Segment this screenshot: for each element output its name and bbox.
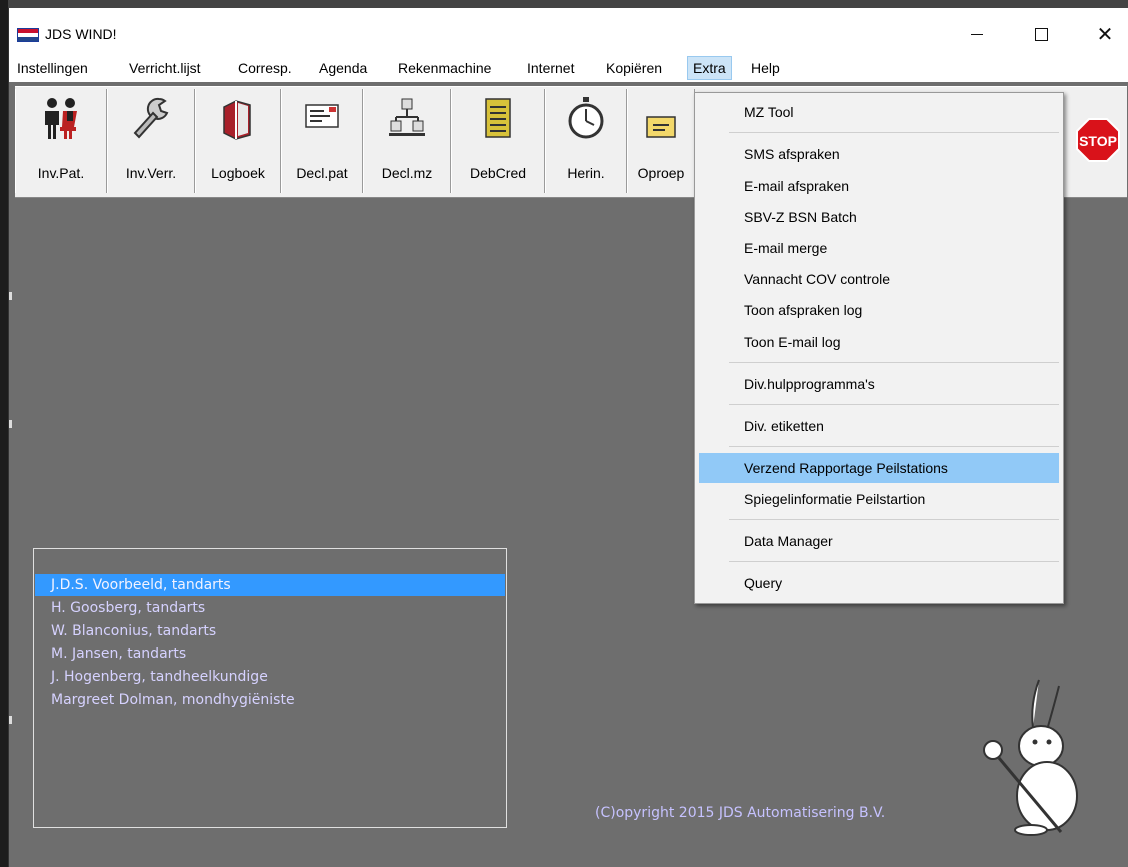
menu-instellingen[interactable]: Instellingen xyxy=(17,60,88,76)
menu-kopieren[interactable]: Kopiëren xyxy=(606,60,662,76)
book-icon xyxy=(223,100,251,140)
menu-separator xyxy=(729,362,1059,363)
menu-item-email-afspraken[interactable]: E-mail afspraken xyxy=(699,171,1059,201)
title-bar[interactable]: JDS WIND! ✕ xyxy=(9,8,1128,54)
menu-separator xyxy=(729,561,1059,562)
menu-item-email-log[interactable]: Toon E-mail log xyxy=(699,327,1059,357)
inv-verr-label: Inv.Verr. xyxy=(125,165,177,181)
ledger-icon xyxy=(485,98,511,138)
copyright-text: (C)opyright 2015 JDS Automatisering B.V. xyxy=(595,805,886,821)
logboek-label: Logboek xyxy=(211,165,265,181)
app-window: JDS WIND! ✕ Instellingen Verricht.lijst … xyxy=(8,8,1128,867)
menu-agenda[interactable]: Agenda xyxy=(319,60,367,76)
stop-label: STOP xyxy=(1079,133,1117,149)
extra-menu-dropdown: MZ Tool SMS afspraken E-mail afspraken S… xyxy=(694,92,1064,604)
menu-rekenmachine[interactable]: Rekenmachine xyxy=(398,60,491,76)
logboek-button[interactable]: Logboek xyxy=(195,89,281,193)
maximize-button[interactable] xyxy=(1019,16,1063,54)
inv-pat-button[interactable]: Inv.Pat. xyxy=(15,89,107,193)
menu-item-verzend-rapportage[interactable]: Verzend Rapportage Peilstations xyxy=(699,453,1059,483)
edge-mark xyxy=(9,716,12,724)
practitioner-item-dolman[interactable]: Margreet Dolman, mondhygiëniste xyxy=(35,689,505,711)
minimize-button[interactable] xyxy=(955,16,999,54)
close-button[interactable]: ✕ xyxy=(1083,16,1127,54)
inv-verr-button[interactable]: Inv.Verr. xyxy=(107,89,195,193)
practitioner-item-blanconius[interactable]: W. Blanconius, tandarts xyxy=(35,620,505,642)
menu-item-sms-afspraken[interactable]: SMS afspraken xyxy=(699,139,1059,169)
envelope-icon xyxy=(646,116,676,138)
close-icon: ✕ xyxy=(1096,24,1114,46)
debcred-label: DebCred xyxy=(469,165,527,181)
maximize-icon xyxy=(1034,28,1048,42)
menu-bar: Instellingen Verricht.lijst Corresp. Age… xyxy=(9,54,1128,82)
menu-item-hulpprogrammas[interactable]: Div.hulpprogramma's xyxy=(699,369,1059,399)
wrench-icon xyxy=(133,97,169,139)
menu-verricht-lijst[interactable]: Verricht.lijst xyxy=(129,60,201,76)
network-icon xyxy=(389,98,425,136)
herin-button[interactable]: Herin. xyxy=(545,89,627,193)
decl-pat-label: Decl.pat xyxy=(296,165,348,181)
debcred-button[interactable]: DebCred xyxy=(451,89,545,193)
menu-internet[interactable]: Internet xyxy=(527,60,574,76)
menu-item-cov-controle[interactable]: Vannacht COV controle xyxy=(699,264,1059,294)
desktop-background xyxy=(8,0,1128,8)
menu-item-sbvz-bsn-batch[interactable]: SBV-Z BSN Batch xyxy=(699,202,1059,232)
menu-item-afspraken-log[interactable]: Toon afspraken log xyxy=(699,295,1059,325)
window-title: JDS WIND! xyxy=(45,26,117,42)
stopwatch-icon xyxy=(568,97,604,139)
declaration-icon xyxy=(305,104,339,128)
decl-pat-button[interactable]: Decl.pat xyxy=(281,89,363,193)
menu-separator xyxy=(729,446,1059,447)
edge-mark xyxy=(9,292,12,300)
netherlands-flag-icon xyxy=(17,28,39,42)
patients-icon xyxy=(45,98,77,139)
edge-mark xyxy=(9,420,12,428)
practitioner-list[interactable]: J.D.S. Voorbeeld, tandarts H. Goosberg, … xyxy=(33,548,507,828)
menu-item-mz-tool[interactable]: MZ Tool xyxy=(699,97,1059,127)
decl-mz-label: Decl.mz xyxy=(381,165,433,181)
menu-separator xyxy=(729,519,1059,520)
herin-label: Herin. xyxy=(567,165,605,181)
oproep-label: Oproep xyxy=(637,165,685,181)
menu-item-data-manager[interactable]: Data Manager xyxy=(699,526,1059,556)
decl-mz-button[interactable]: Decl.mz xyxy=(363,89,451,193)
desktop-edge xyxy=(0,0,8,867)
practitioner-item-voorbeeld[interactable]: J.D.S. Voorbeeld, tandarts xyxy=(35,574,505,596)
minimize-icon xyxy=(971,34,983,36)
menu-corresp[interactable]: Corresp. xyxy=(238,60,292,76)
practitioner-item-goosberg[interactable]: H. Goosberg, tandarts xyxy=(35,597,505,619)
menu-separator xyxy=(729,404,1059,405)
menu-extra[interactable]: Extra xyxy=(687,56,732,80)
stop-sign-icon[interactable]: STOP xyxy=(1075,117,1121,163)
rabbit-mascot-icon xyxy=(983,679,1078,836)
practitioner-item-hogenberg[interactable]: J. Hogenberg, tandheelkundige xyxy=(35,666,505,688)
menu-help[interactable]: Help xyxy=(751,60,780,76)
oproep-button[interactable]: Oproep xyxy=(627,89,695,193)
menu-separator xyxy=(729,132,1059,133)
menu-item-etiketten[interactable]: Div. etiketten xyxy=(699,411,1059,441)
menu-item-spiegelinformatie[interactable]: Spiegelinformatie Peilstartion xyxy=(699,484,1059,514)
practitioner-item-jansen[interactable]: M. Jansen, tandarts xyxy=(35,643,505,665)
inv-pat-label: Inv.Pat. xyxy=(37,165,85,181)
menu-item-query[interactable]: Query xyxy=(699,568,1059,598)
menu-item-email-merge[interactable]: E-mail merge xyxy=(699,233,1059,263)
